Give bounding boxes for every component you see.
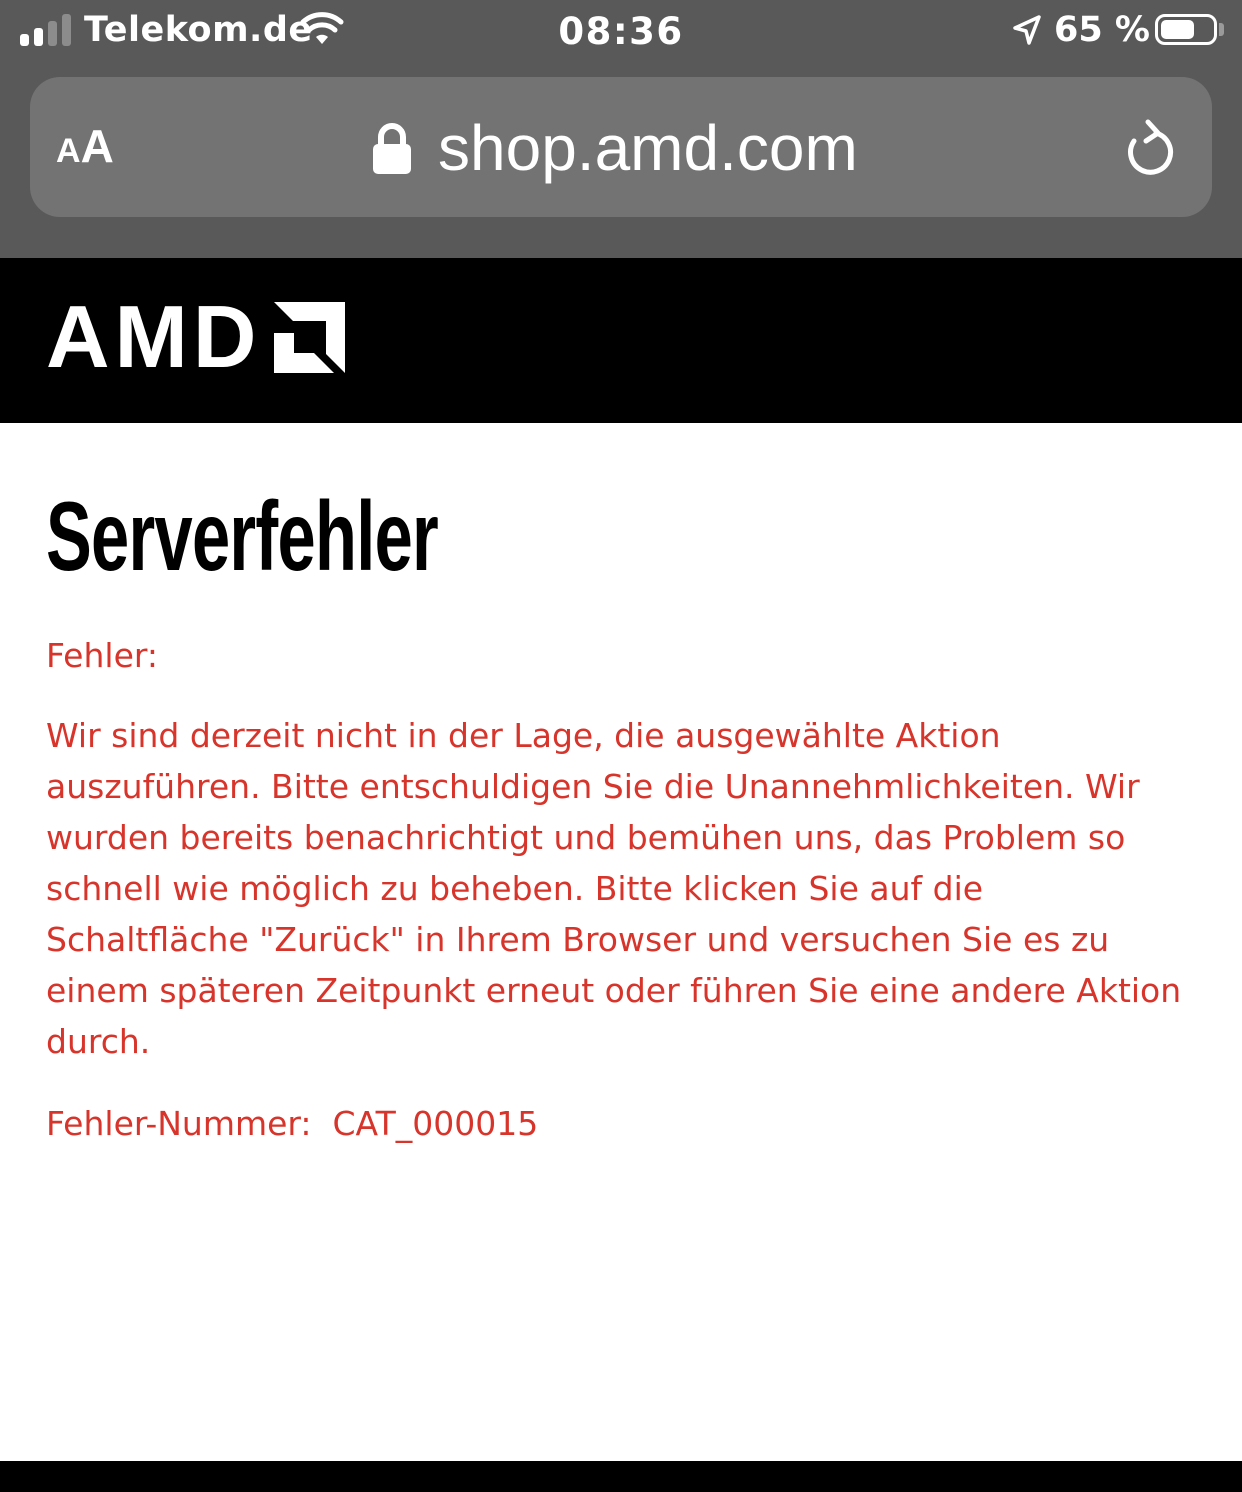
page-title: Serverfehler: [46, 481, 439, 591]
battery-tip: [1219, 23, 1224, 36]
lock-icon: [373, 123, 411, 174]
amd-arrow-logo: [274, 302, 345, 373]
amd-logo-text: AMD: [46, 287, 262, 386]
battery-icon: [1155, 14, 1217, 45]
reload-icon[interactable]: [1122, 119, 1176, 177]
browser-toolbar: AA shop.amd.com: [0, 62, 1242, 258]
address-bar[interactable]: AA shop.amd.com: [30, 77, 1212, 217]
url-text[interactable]: shop.amd.com: [438, 111, 858, 185]
battery-percent: 65 %: [1054, 10, 1150, 50]
status-bar: Telekom.de 08:36 65 %: [0, 0, 1242, 62]
battery-fill: [1161, 20, 1194, 39]
error-number: Fehler-Nummer: CAT_000015: [46, 1104, 539, 1143]
text-size-small-label: A: [56, 132, 81, 170]
text-size-large-label: A: [80, 120, 114, 172]
bottom-bar: [0, 1461, 1242, 1492]
location-icon: [1013, 15, 1041, 45]
site-header: AMD: [0, 258, 1242, 423]
error-label: Fehler:: [46, 636, 158, 675]
error-message: Wir sind derzeit nicht in der Lage, die …: [46, 716, 1182, 1061]
text-size-button[interactable]: AA: [56, 119, 114, 173]
